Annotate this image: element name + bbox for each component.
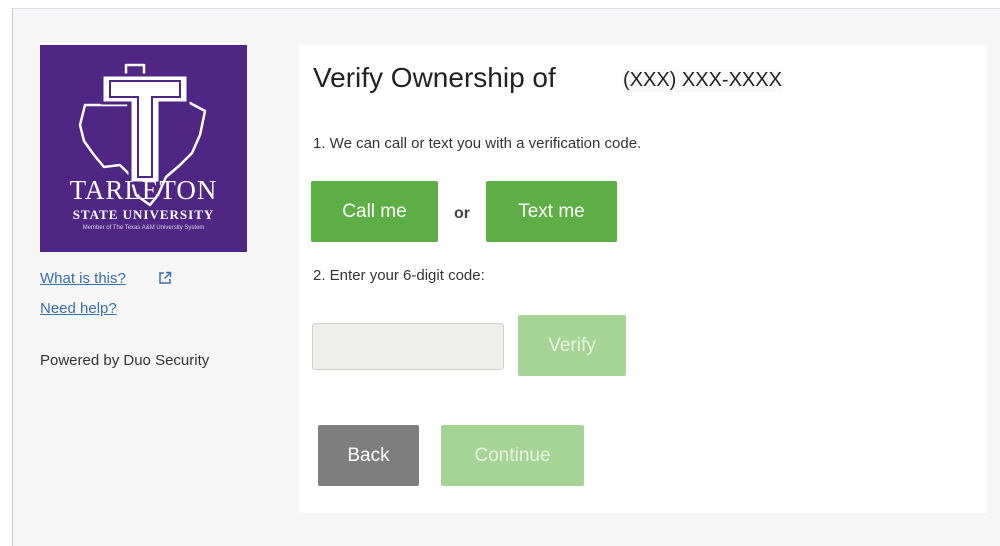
logo-subtitle: STATE UNIVERSITY <box>72 207 215 222</box>
logo-name: TARLETON <box>69 175 218 205</box>
verification-code-input[interactable] <box>312 323 504 370</box>
need-help-link[interactable]: Need help? <box>40 300 117 317</box>
call-me-button[interactable]: Call me <box>311 181 438 242</box>
verify-panel: Verify Ownership of (XXX) XXX-XXXX 1. We… <box>299 45 987 513</box>
or-label: or <box>454 205 470 222</box>
text-me-button[interactable]: Text me <box>486 181 617 242</box>
continue-button[interactable]: Continue <box>441 425 584 486</box>
verify-button[interactable]: Verify <box>518 315 626 376</box>
step1-instructions: 1. We can call or text you with a verifi… <box>313 135 642 152</box>
sidebar: TARLETON STATE UNIVERSITY Member of The … <box>40 45 260 369</box>
back-button[interactable]: Back <box>318 425 419 486</box>
logo-tagline: Member of The Texas A&M University Syste… <box>82 225 205 231</box>
duo-frame: TARLETON STATE UNIVERSITY Member of The … <box>12 8 1000 546</box>
step2-instructions: 2. Enter your 6-digit code: <box>313 267 485 284</box>
what-is-this-link[interactable]: What is this? <box>40 270 126 287</box>
phone-number: (XXX) XXX-XXXX <box>623 69 782 92</box>
tarleton-logo: TARLETON STATE UNIVERSITY Member of The … <box>40 45 247 252</box>
powered-by-text: Powered by Duo Security <box>40 352 210 369</box>
external-link-icon[interactable] <box>158 271 172 285</box>
page-title: Verify Ownership of <box>313 62 556 93</box>
